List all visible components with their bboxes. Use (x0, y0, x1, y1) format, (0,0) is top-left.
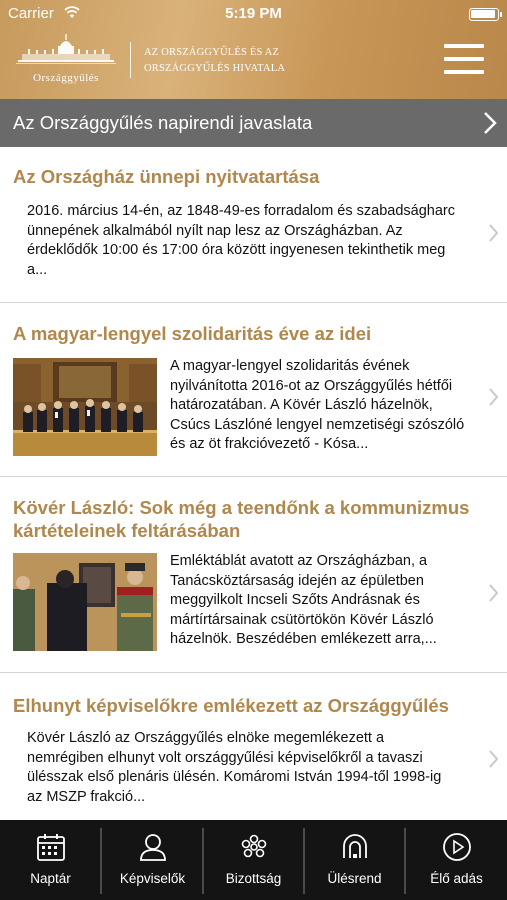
chevron-right-icon (488, 749, 499, 774)
news-item[interactable]: Az Országház ünnepi nyitvatartása 2016. … (0, 147, 507, 303)
excerpt-line: ünnepének alkalmából nyílt nap lesz az O… (27, 222, 403, 239)
excerpt-line: az MSZP frakció... (27, 788, 146, 805)
header-title-line-2: ORSZÁGGYŰLÉS HIVATALA (144, 63, 286, 74)
excerpt-line: Csúcs Lászlóné lengyel nemzetiségi szósz… (170, 416, 465, 433)
news-thumbnail (13, 553, 157, 651)
parliament-session-photo (13, 358, 157, 456)
header-title-line-1: AZ ORSZÁGGYŰLÉS ÉS AZ (144, 47, 280, 58)
news-thumbnail (13, 358, 157, 456)
news-excerpt: 2016. március 14-én, az 1848-49-es forra… (27, 202, 489, 280)
tab-live[interactable]: Élő adás (406, 820, 507, 900)
app: Carrier 5:19 PM Országgyűlés AZ ORSZÁGGY… (0, 0, 507, 900)
calendar-icon (36, 832, 66, 862)
news-list: Az Országház ünnepi nyitvatartása 2016. … (0, 147, 507, 819)
chevron-right-icon (488, 583, 499, 608)
play-icon (442, 832, 472, 862)
committee-icon (239, 832, 269, 862)
menu-line-icon (444, 70, 484, 74)
tab-seating[interactable]: Ülésrend (304, 820, 405, 900)
excerpt-line: nyilvánította 2016-ot az Országgyűlés hé… (170, 377, 453, 394)
tab-committee[interactable]: Bizottság (203, 820, 304, 900)
person-icon (138, 832, 168, 862)
news-excerpt: A magyar-lengyel szolidaritás évének nyi… (170, 357, 490, 455)
excerpt-line: meggyilkolt Incseli Szőts Andrásnak és (170, 592, 420, 608)
tab-label: Bizottság (225, 871, 282, 886)
chevron-right-icon (488, 387, 499, 412)
excerpt-line: a... (27, 261, 48, 278)
excerpt-line: érdeklődők 10:00 és 17:00 óra között ing… (27, 242, 446, 258)
parliament-building-icon (16, 34, 116, 64)
status-bar: Carrier 5:19 PM (0, 0, 507, 28)
news-title-line: kártételeinek feltárásában (13, 520, 241, 541)
excerpt-line: 2016. március 14-én, az 1848-49-es forra… (27, 203, 455, 219)
header-title: AZ ORSZÁGGYŰLÉS ÉS AZ ORSZÁGGYŰLÉS HIVAT… (144, 45, 344, 77)
parliament-logo[interactable]: Országgyűlés (14, 34, 118, 84)
news-item[interactable]: Kövér László: Sok még a teendőnk a kommu… (0, 477, 507, 673)
app-header: Carrier 5:19 PM Országgyűlés AZ ORSZÁGGY… (0, 0, 507, 99)
news-title: Elhunyt képviselőkre emlékezett az Orszá… (13, 695, 449, 716)
excerpt-line: nemrégiben elhunyt volt országgyűlési ké… (27, 749, 423, 766)
news-item[interactable]: Elhunyt képviselőkre emlékezett az Orszá… (0, 673, 507, 819)
memorial-plaque-photo (13, 553, 157, 651)
tab-label: Képviselők (119, 871, 186, 886)
chevron-right-icon (483, 111, 497, 140)
excerpt-line: és az öt frakcióvezető - Kósa... (170, 436, 369, 452)
tab-label: Élő adás (430, 871, 483, 886)
tab-label: Naptár (30, 871, 71, 886)
news-title: A magyar-lengyel szolidaritás éve az ide… (13, 323, 372, 344)
seating-icon (340, 832, 370, 862)
tab-bar: Naptár Képviselők Bizottság Ülésrend Élő… (0, 820, 507, 900)
news-title-line: Kövér László: Sok még a teendőnk a kommu… (13, 497, 470, 518)
agenda-link[interactable]: Az Országgyűlés napirendi javaslata (0, 99, 507, 147)
excerpt-line: Tanácsköztársaság idején az épületben (170, 572, 424, 589)
tab-label: Ülésrend (327, 871, 382, 886)
news-item[interactable]: A magyar-lengyel szolidaritás éve az ide… (0, 303, 507, 477)
excerpt-line: ülésszak első plenáris ülésén. Komáromi … (27, 769, 442, 785)
logo-text: Országgyűlés (33, 72, 99, 84)
excerpt-line: határozatában. A Kövér László házelnök, (170, 397, 433, 413)
news-title: Az Országház ünnepi nyitvatartása (13, 166, 320, 187)
agenda-label: Az Országgyűlés napirendi javaslata (13, 112, 313, 133)
excerpt-line: házelnök. Beszédében emlékezett arra,... (170, 631, 437, 647)
news-title: Kövér László: Sok még a teendőnk a kommu… (13, 496, 483, 542)
status-time: 5:19 PM (225, 5, 282, 22)
menu-line-icon (444, 44, 484, 48)
hamburger-menu-button[interactable] (442, 42, 486, 76)
excerpt-line: Kövér László az Országgyűlés elnöke mege… (27, 730, 385, 746)
header-divider (130, 42, 131, 78)
excerpt-line: Emléktáblát avatott az Országházban, a (170, 553, 428, 569)
chevron-right-icon (488, 223, 499, 248)
news-excerpt: Emléktáblát avatott az Országházban, a T… (170, 552, 490, 650)
battery-icon (469, 8, 502, 21)
news-excerpt: Kövér László az Országgyűlés elnöke mege… (27, 729, 489, 807)
tab-calendar[interactable]: Naptár (0, 820, 101, 900)
tab-representatives[interactable]: Képviselők (102, 820, 203, 900)
excerpt-line: mártírtársainak csütörtökön Kövér László (170, 611, 434, 628)
menu-line-icon (444, 57, 484, 61)
excerpt-line: A magyar-lengyel szolidaritás évének (170, 358, 410, 374)
